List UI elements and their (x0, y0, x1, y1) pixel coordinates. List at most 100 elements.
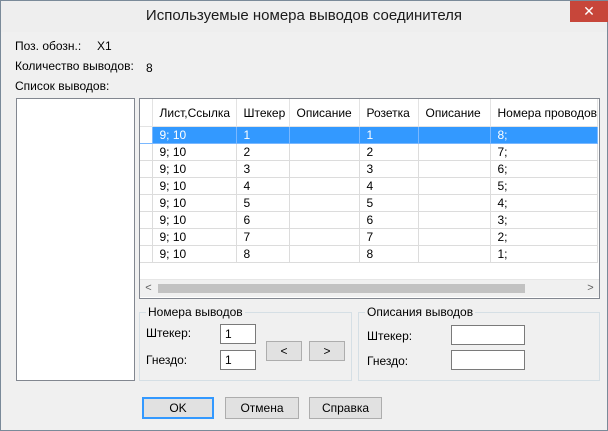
table-row-selected[interactable]: 9; 10 1 1 8; (140, 126, 598, 144)
table-cell[interactable]: 4 (359, 177, 419, 195)
ok-button[interactable]: OK (142, 397, 214, 419)
dialog-window: Используемые номера выводов соединителя … (0, 0, 608, 431)
close-button[interactable]: ✕ (570, 1, 608, 22)
table-row[interactable]: 9; 10 8 8 1; (140, 245, 598, 263)
column-header-plug-description[interactable]: Описание (289, 99, 360, 127)
column-header-socket-description[interactable]: Описание (418, 99, 491, 127)
table-cell[interactable]: 6; (490, 160, 598, 178)
table-cell[interactable] (289, 143, 360, 161)
socket-description-input[interactable] (451, 350, 525, 370)
count-label: Количество выводов: (15, 59, 134, 73)
table-cell[interactable]: 8 (236, 245, 290, 263)
table-cell[interactable]: 1 (236, 126, 290, 144)
table-row[interactable]: 9; 10 2 2 7; (140, 143, 598, 161)
row-header[interactable] (140, 211, 153, 229)
horizontal-scrollbar[interactable]: < > (140, 279, 599, 297)
table-row[interactable]: 9; 10 7 7 2; (140, 228, 598, 246)
column-header-socket[interactable]: Розетка (359, 99, 419, 127)
table-row[interactable]: 9; 10 4 4 5; (140, 177, 598, 195)
table-cell[interactable] (418, 228, 491, 246)
table-cell[interactable]: 7 (236, 228, 290, 246)
table-cell[interactable]: 8; (490, 126, 598, 144)
table-cell[interactable] (289, 228, 360, 246)
table-cell[interactable] (418, 126, 491, 144)
pins-grid[interactable]: Лист,Ссылка Штекер Описание Розетка Опис… (139, 98, 600, 299)
table-cell[interactable] (418, 194, 491, 212)
table-cell[interactable] (289, 177, 360, 195)
table-cell[interactable]: 3 (359, 160, 419, 178)
table-row[interactable]: 9; 10 6 6 3; (140, 211, 598, 229)
scroll-left-icon[interactable]: < (140, 280, 157, 297)
plug-number-input[interactable]: 1 (220, 324, 256, 344)
scroll-right-icon[interactable]: > (582, 280, 599, 297)
plug-description-input[interactable] (451, 325, 525, 345)
column-header-wire-numbers[interactable]: Номера проводов (490, 99, 598, 127)
cancel-button[interactable]: Отмена (225, 397, 299, 419)
count-value: 8 (146, 61, 153, 75)
table-cell[interactable]: 7; (490, 143, 598, 161)
table-cell[interactable]: 2; (490, 228, 598, 246)
table-cell[interactable]: 9; 10 (152, 177, 237, 195)
column-header-sheet[interactable]: Лист,Ссылка (152, 99, 237, 127)
help-button[interactable]: Справка (309, 397, 382, 419)
table-cell[interactable]: 9; 10 (152, 194, 237, 212)
table-row[interactable]: 9; 10 3 3 6; (140, 160, 598, 178)
table-cell[interactable] (418, 245, 491, 263)
table-cell[interactable] (289, 126, 360, 144)
plug-description-label: Штекер: (367, 329, 413, 343)
row-header[interactable] (140, 194, 153, 212)
table-cell[interactable]: 1 (359, 126, 419, 144)
window-title: Используемые номера выводов соединителя (145, 7, 463, 24)
row-header[interactable] (140, 228, 153, 246)
row-header[interactable] (140, 177, 153, 195)
table-cell[interactable]: 4 (236, 177, 290, 195)
table-cell[interactable] (289, 194, 360, 212)
table-cell[interactable]: 5 (236, 194, 290, 212)
table-cell[interactable]: 8 (359, 245, 419, 263)
table-cell[interactable] (289, 245, 360, 263)
pins-table: Лист,Ссылка Штекер Описание Розетка Опис… (140, 99, 598, 263)
table-cell[interactable]: 6 (359, 211, 419, 229)
table-cell[interactable]: 1; (490, 245, 598, 263)
table-cell[interactable]: 3 (236, 160, 290, 178)
pin-list[interactable] (16, 98, 135, 381)
pin-descriptions-group (358, 312, 600, 381)
scroll-thumb[interactable] (158, 284, 525, 293)
table-row[interactable]: 9; 10 5 5 4; (140, 194, 598, 212)
table-cell[interactable]: 2 (236, 143, 290, 161)
table-cell[interactable] (418, 143, 491, 161)
table-cell[interactable]: 7 (359, 228, 419, 246)
socket-description-label: Гнездо: (367, 354, 409, 368)
pin-numbers-caption: Номера выводов (146, 305, 245, 319)
prev-pin-button[interactable]: < (266, 341, 302, 361)
table-cell[interactable]: 6 (236, 211, 290, 229)
table-cell[interactable]: 4; (490, 194, 598, 212)
list-label: Список выводов: (15, 79, 110, 93)
row-header[interactable] (140, 143, 153, 161)
table-cell[interactable]: 9; 10 (152, 160, 237, 178)
table-cell[interactable]: 9; 10 (152, 143, 237, 161)
table-cell[interactable] (289, 211, 360, 229)
table-cell[interactable] (418, 211, 491, 229)
table-cell[interactable]: 2 (359, 143, 419, 161)
table-cell[interactable]: 5 (359, 194, 419, 212)
socket-label: Гнездо: (146, 353, 188, 367)
table-cell[interactable]: 9; 10 (152, 211, 237, 229)
row-header[interactable] (140, 160, 153, 178)
table-cell[interactable]: 9; 10 (152, 126, 237, 144)
table-cell[interactable] (418, 177, 491, 195)
column-header-plug[interactable]: Штекер (236, 99, 290, 127)
table-cell[interactable]: 3; (490, 211, 598, 229)
title-bar[interactable]: Используемые номера выводов соединителя … (1, 1, 608, 32)
socket-number-input[interactable]: 1 (220, 350, 256, 370)
pin-descriptions-caption: Описания выводов (365, 305, 476, 319)
table-cell[interactable]: 9; 10 (152, 228, 237, 246)
grid-corner (140, 99, 153, 127)
table-cell[interactable] (289, 160, 360, 178)
next-pin-button[interactable]: > (309, 341, 345, 361)
table-cell[interactable] (418, 160, 491, 178)
table-cell[interactable]: 5; (490, 177, 598, 195)
row-header[interactable] (140, 245, 153, 263)
table-cell[interactable]: 9; 10 (152, 245, 237, 263)
row-header[interactable] (140, 126, 153, 144)
